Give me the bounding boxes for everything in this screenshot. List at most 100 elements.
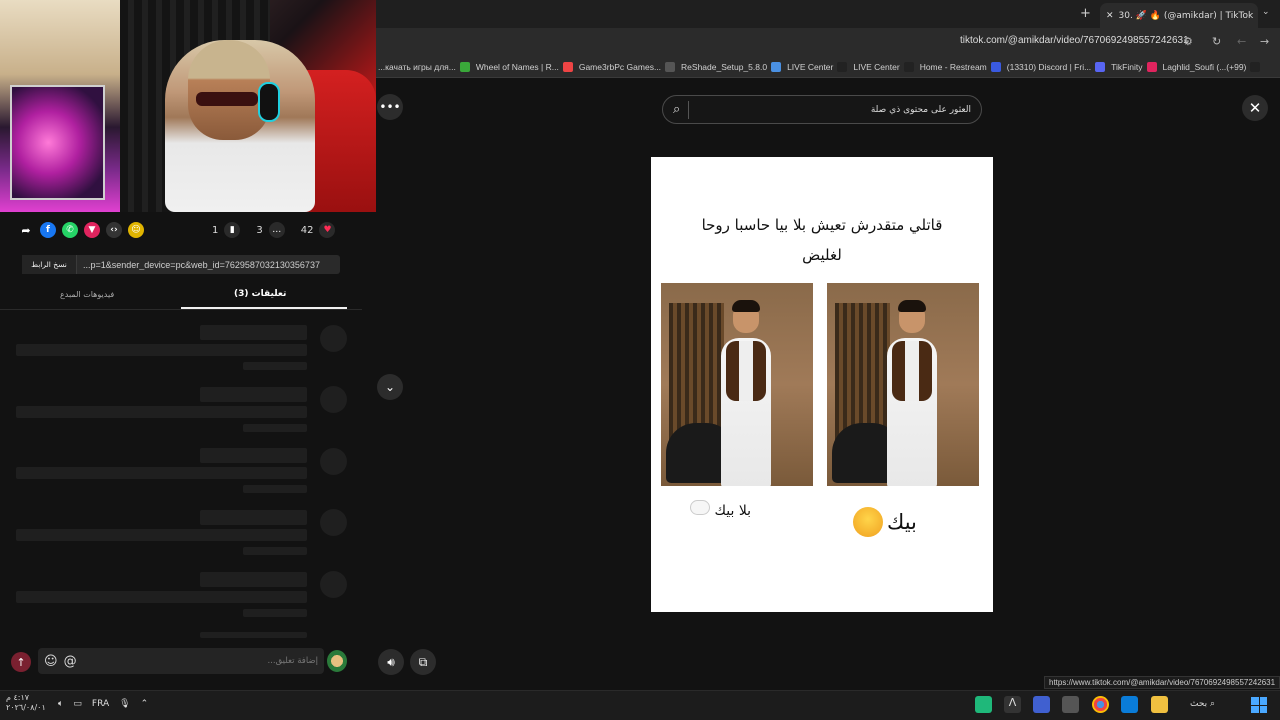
bookmarks-bar: ...качать игры для... Wheel of Names | R.… — [376, 56, 1280, 78]
folder-icon[interactable] — [1151, 696, 1168, 713]
bookmark-item[interactable]: Wheel of Names | R... — [475, 61, 573, 72]
tiktok-share-icon[interactable]: ▼ — [84, 222, 100, 238]
comment-skeleton-list — [0, 320, 362, 640]
next-video-button[interactable]: ⌄ — [377, 374, 403, 400]
bookmark-item[interactable]: (13310) Discord | Fri... — [1006, 61, 1106, 72]
bookmark-favicon-icon — [1146, 61, 1157, 72]
store-icon[interactable] — [1121, 696, 1138, 713]
tab-title: 30. 🚀 🔥 (@amikdar) | TikTok — [1118, 10, 1254, 21]
bookmark-favicon-icon — [837, 61, 848, 72]
system-tray: 🔈︎ ▭ FRA 🎙︎ ⌃ — [58, 699, 148, 709]
site-settings-icon[interactable]: ⚙ — [1183, 35, 1193, 48]
bookmark-item[interactable]: Game3rbPc Games... — [578, 61, 676, 72]
picture-in-picture-icon[interactable]: ⧉ — [410, 649, 436, 675]
bookmark-item[interactable]: ReShade_Setup_5.8.0 — [681, 61, 782, 72]
bookmark-label: LIVE Center — [853, 61, 900, 72]
comment-icon[interactable]: … — [268, 222, 285, 238]
label-right: بيك — [853, 507, 917, 537]
chevron-up-icon[interactable]: ⌃ — [141, 699, 149, 709]
app-icon-1[interactable] — [975, 696, 992, 713]
mention-icon[interactable]: @ — [64, 654, 77, 669]
bookmark-label: ...качать игры для... — [378, 61, 456, 72]
chevron-down-icon[interactable]: ⌄ — [1262, 7, 1270, 17]
new-tab-button[interactable]: + — [1080, 6, 1091, 21]
bookmark-item[interactable]: TikFinity — [1111, 61, 1157, 72]
close-video-button[interactable]: ✕ — [1242, 95, 1268, 121]
bookmark-item[interactable]: Laghlid_Soufi (...(+99) — [1163, 61, 1261, 72]
language-indicator[interactable]: FRA — [92, 699, 109, 709]
tab-close-icon[interactable]: ✕ — [1106, 11, 1114, 21]
speaker-icon[interactable]: 🔈︎ — [58, 699, 63, 709]
engagement-counts: 1 ▮ 3 … 42 ♥ — [212, 222, 336, 238]
forward-icon[interactable]: ← — [1237, 35, 1246, 48]
taskbar — [0, 690, 1280, 720]
url-text[interactable]: tiktok.com/@amikdar/video/76706924985572… — [960, 35, 1189, 46]
heart-icon[interactable]: ♥ — [319, 222, 336, 238]
bookmark-icon[interactable]: ▮ — [224, 222, 241, 238]
bookmark-favicon-icon — [903, 61, 914, 72]
photo-right — [827, 283, 979, 486]
bookmark-label: LIVE Center — [787, 61, 834, 72]
network-icon[interactable]: ▭ — [73, 699, 82, 709]
start-icon[interactable] — [1251, 697, 1267, 713]
related-search-input[interactable]: ⌕ العثور على محتوى ذي صلة — [662, 95, 982, 124]
bookmark-favicon-icon — [990, 61, 1001, 72]
send-comment-button[interactable]: ↑ — [11, 652, 31, 672]
coin-icon[interactable]: ☺ — [128, 222, 144, 238]
thought-bubble-icon — [690, 500, 710, 515]
taskbar-search[interactable]: بحث ⌕ — [1190, 699, 1215, 709]
copy-link-button[interactable]: نسخ الرابط — [22, 255, 77, 274]
emoji-icon[interactable]: ☺ — [44, 654, 58, 669]
unamused-face-icon — [853, 507, 883, 537]
photo-left — [661, 283, 813, 486]
webcam-overlay — [0, 0, 376, 212]
link-text[interactable]: ...p=1&sender_device=pc&web_id=762958703… — [77, 260, 320, 270]
bookmark-favicon-icon — [1095, 61, 1106, 72]
comment-input[interactable]: ☺ @ إضافة تعليق... — [38, 648, 324, 674]
bookmark-favicon-icon — [459, 61, 470, 72]
bookmark-item[interactable]: ...качать игры для... — [378, 61, 470, 72]
bookmark-item[interactable]: LIVE Center — [853, 61, 914, 72]
embed-icon[interactable]: ‹› — [106, 222, 122, 238]
whatsapp-icon[interactable]: ✆ — [62, 222, 78, 238]
app-icon-4[interactable] — [1062, 696, 1079, 713]
microphone-icon[interactable]: 🎙︎ — [119, 699, 130, 709]
comment-count: 3 — [256, 224, 263, 236]
label-left: بلا بيك — [690, 500, 751, 519]
bookmark-label: Home - Restream — [919, 61, 987, 72]
chrome-icon[interactable] — [1092, 696, 1109, 713]
video-caption: قاتلي متقدرش تعيش بلا بيا حاسبا روحا لغل… — [701, 216, 943, 264]
save-count: 1 — [212, 224, 219, 236]
status-url: https://www.tiktok.com/@amikdar/video/76… — [1044, 676, 1280, 689]
bookmark-label: Game3rbPc Games... — [578, 61, 662, 72]
share-arrow-icon[interactable]: ➦ — [18, 222, 34, 238]
bookmark-favicon-icon — [1250, 61, 1261, 72]
volume-icon[interactable]: 🔊︎ — [378, 649, 404, 675]
bookmark-label: (13310) Discord | Fri... — [1006, 61, 1092, 72]
reload-icon[interactable]: ↻ — [1212, 35, 1221, 48]
app-icon-2[interactable]: Ʌ — [1004, 696, 1021, 713]
more-options-button[interactable]: ••• — [377, 94, 403, 120]
bookmark-item[interactable]: Home - Restream — [919, 61, 1001, 72]
app-icon-3[interactable] — [1033, 696, 1050, 713]
taskbar-clock[interactable]: ٤:١٧ م ٢٠٢٦/٠٨/٠١ — [6, 693, 46, 713]
back-icon[interactable]: → — [1260, 35, 1269, 48]
comment-placeholder: إضافة تعليق... — [267, 656, 318, 666]
bookmark-item[interactable]: LIVE Center — [787, 61, 848, 72]
search-placeholder: العثور على محتوى ذي صلة — [870, 104, 971, 115]
tab-comments[interactable]: (3) تعليقات — [234, 289, 286, 299]
tab-divider — [0, 309, 362, 310]
share-actions: ➦ f ✆ ▼ ‹› ☺ — [18, 222, 144, 238]
bookmark-favicon-icon — [562, 61, 573, 72]
facebook-icon[interactable]: f — [40, 222, 56, 238]
tab-creator-videos[interactable]: فيديوهات المبدع — [60, 290, 114, 299]
bookmark-label: Wheel of Names | R... — [475, 61, 559, 72]
user-avatar — [327, 650, 347, 672]
search-icon[interactable]: ⌕ — [673, 102, 680, 117]
browser-tab[interactable]: ✕ 30. 🚀 🔥 (@amikdar) | TikTok — [1100, 3, 1258, 28]
bookmark-favicon-icon — [771, 61, 782, 72]
search-icon: ⌕ — [1210, 699, 1216, 709]
bookmark-favicon-icon — [665, 61, 676, 72]
like-count: 42 — [300, 224, 314, 236]
bookmark-label: TikFinity — [1111, 61, 1143, 72]
